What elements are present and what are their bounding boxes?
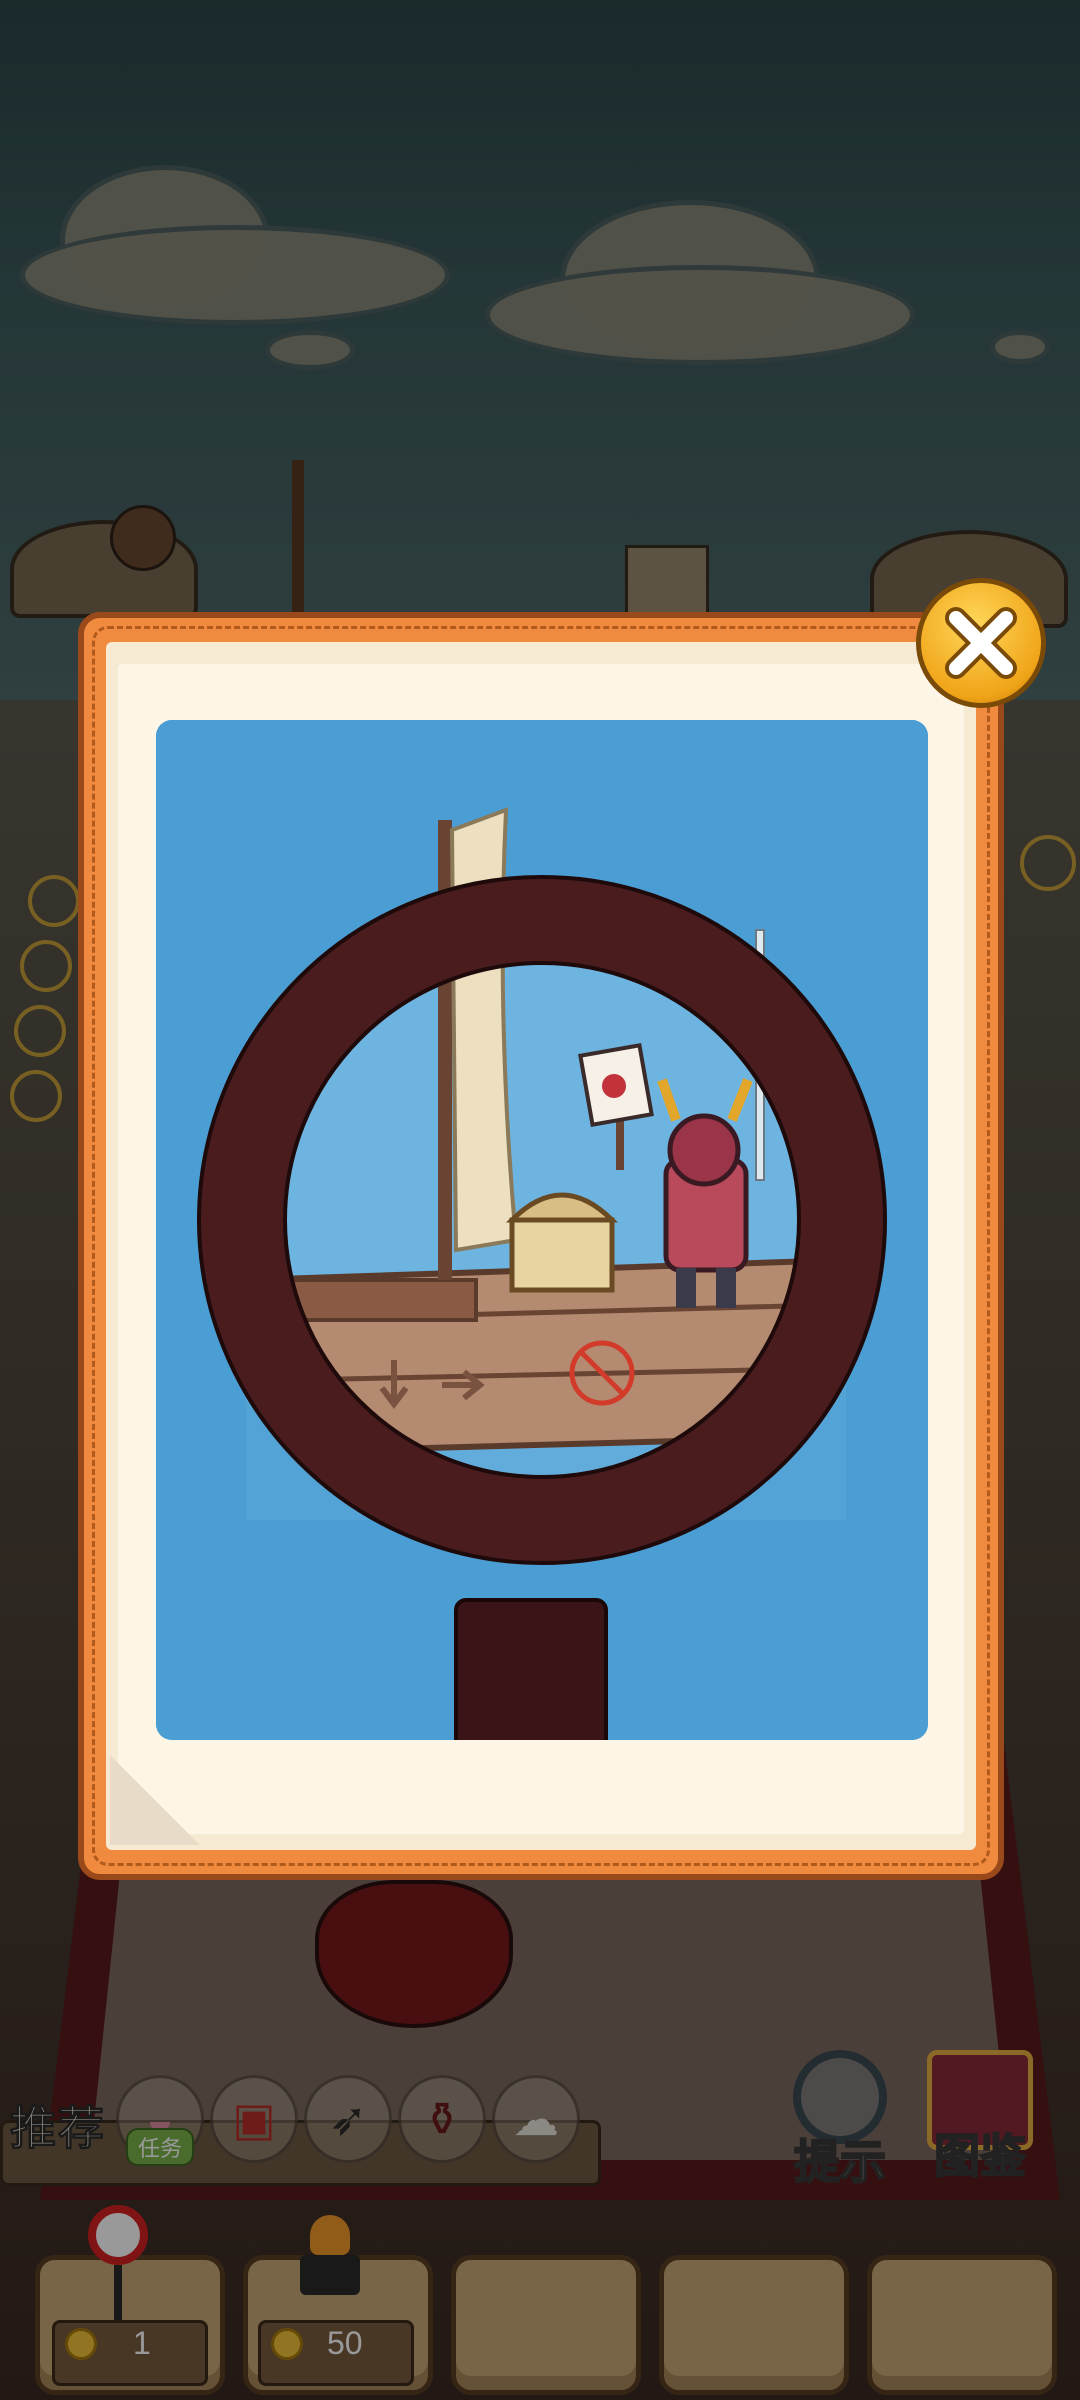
magnifier-handle (454, 1598, 608, 1740)
magnifier-illustration (156, 720, 928, 1740)
popup-picture (156, 720, 928, 1740)
close-button[interactable] (916, 578, 1046, 708)
close-icon (945, 607, 1017, 679)
treasure-chest (509, 1217, 615, 1293)
